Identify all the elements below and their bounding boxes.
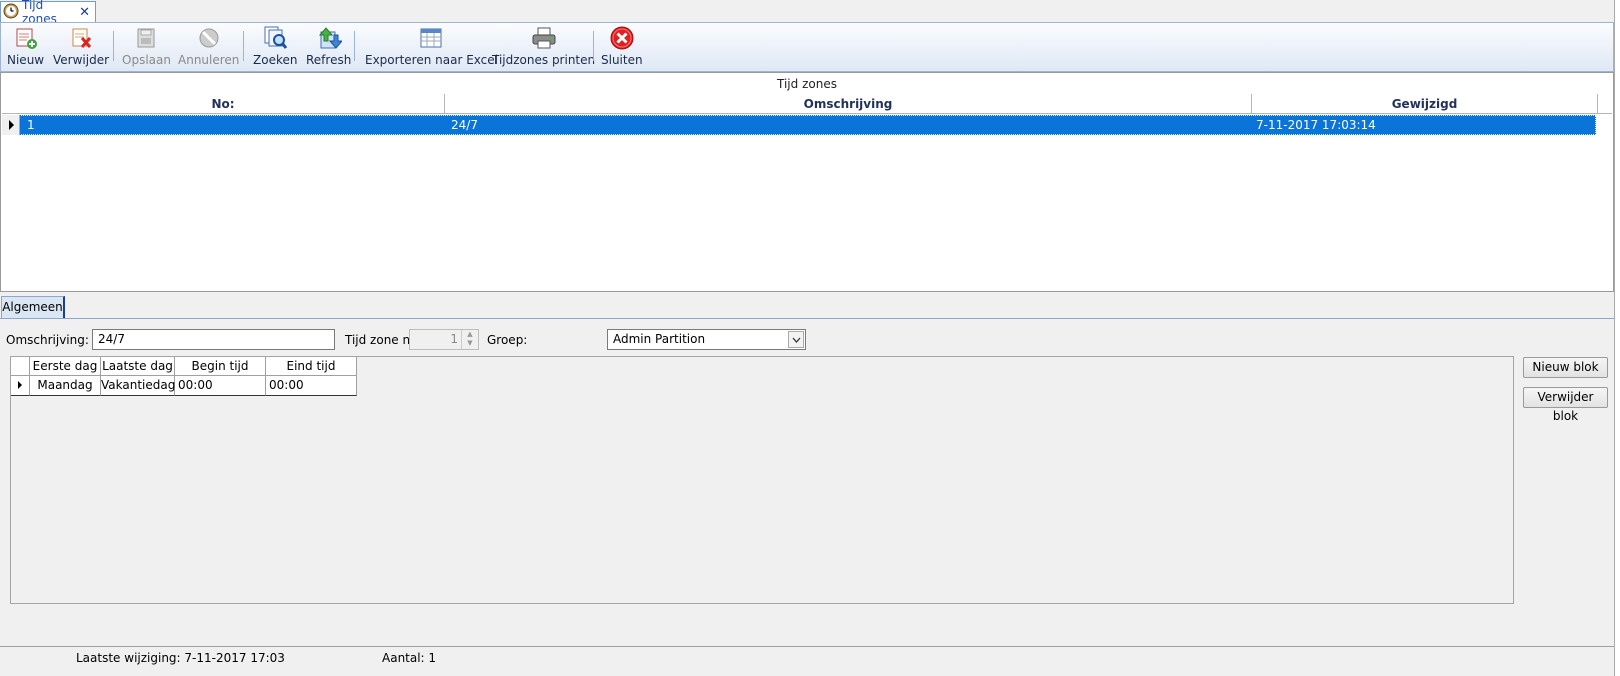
toolbar-separator	[243, 31, 244, 61]
spin-arrows-icon[interactable]: ▲ ▼	[461, 330, 478, 349]
cell-laatste-dag[interactable]: Vakantiedag	[101, 376, 175, 396]
refresh-button-label: Refresh	[306, 53, 352, 67]
tijdzone-nr-value: 1	[450, 332, 458, 346]
delete-button[interactable]: Verwijder	[53, 25, 109, 71]
delete-block-button[interactable]: Verwijder blok	[1523, 387, 1608, 423]
omschrijving-field[interactable]: 24/7	[92, 329, 335, 350]
delete-record-icon	[67, 25, 95, 51]
delete-button-label: Verwijder	[53, 53, 110, 67]
search-button-label: Zoeken	[253, 53, 298, 67]
export-excel-button-label: Exporteren naar Excel	[365, 53, 498, 67]
cell-begin-tijd[interactable]: 00:00	[175, 376, 266, 396]
current-row-arrow-icon	[18, 381, 22, 389]
column-header-omschrijving[interactable]: Omschrijving	[445, 94, 1252, 114]
cell-eind-tijd[interactable]: 00:00	[266, 376, 357, 396]
refresh-icon	[315, 25, 343, 51]
printer-icon	[530, 25, 558, 51]
toolbar-separator	[593, 31, 594, 61]
grid-caption: Tijd zones	[2, 74, 1612, 95]
tab-tijd-zones[interactable]: Tijd zones ✕	[0, 0, 96, 26]
refresh-button[interactable]: Refresh	[306, 25, 351, 71]
cell-no: 1	[27, 118, 35, 132]
document-tab-strip	[0, 0, 1619, 21]
column-header-filler	[1598, 94, 1612, 114]
save-button[interactable]: Opslaan	[122, 25, 171, 71]
new-record-icon	[12, 25, 40, 51]
cell-gewijzigd: 7-11-2017 17:03:14	[1256, 118, 1376, 132]
status-bar: Laatste wijziging: 7-11-2017 17:03 Aanta…	[0, 646, 1614, 669]
close-button[interactable]: Sluiten	[601, 25, 643, 71]
close-circle-icon	[608, 25, 636, 51]
tijdzone-nr-stepper[interactable]: 1 ▲ ▼	[409, 329, 479, 350]
column-header-eerste-dag[interactable]: Eerste dag	[30, 357, 101, 376]
tijd-zones-grid[interactable]: Tijd zones No: Omschrijving Gewijzigd 1 …	[0, 72, 1614, 292]
time-blocks-grid[interactable]: Eerste dag Laatste dag Begin tijd Eind t…	[10, 356, 1514, 604]
close-button-label: Sluiten	[601, 53, 643, 67]
current-row-arrow-icon	[9, 120, 14, 130]
last-change-text: Laatste wijziging: 7-11-2017 17:03	[76, 651, 285, 665]
search-icon	[261, 25, 289, 51]
table-row[interactable]: 1 24/7 7-11-2017 17:03:14	[2, 115, 1596, 135]
tab-algemeen[interactable]: Algemeen	[1, 296, 65, 318]
clock-icon	[3, 3, 19, 22]
cell-omschrijving: 24/7	[451, 118, 478, 132]
close-tab-icon[interactable]: ✕	[79, 5, 90, 20]
tijdzone-nr-label: Tijd zone nr:	[345, 333, 419, 347]
toolbar-separator	[113, 31, 114, 61]
cancel-button[interactable]: Annuleren	[178, 25, 239, 71]
chevron-down-icon[interactable]	[788, 331, 804, 348]
cell-eerste-dag[interactable]: Maandag	[30, 376, 101, 396]
save-icon	[132, 25, 160, 51]
column-header-begin-tijd[interactable]: Begin tijd	[175, 357, 266, 376]
row-header-corner	[11, 357, 30, 376]
column-header-laatste-dag[interactable]: Laatste dag	[101, 357, 175, 376]
export-excel-button[interactable]: Exporteren naar Excel	[365, 25, 498, 71]
column-header-gewijzigd[interactable]: Gewijzigd	[1252, 94, 1598, 114]
new-block-button[interactable]: Nieuw blok	[1523, 357, 1608, 378]
omschrijving-label: Omschrijving:	[6, 333, 89, 347]
groep-select[interactable]: Admin Partition	[607, 329, 806, 350]
column-header-no[interactable]: No:	[2, 94, 445, 114]
row-indicator[interactable]	[2, 115, 20, 135]
groep-label: Groep:	[487, 333, 528, 347]
new-button-label: Nieuw	[7, 53, 45, 67]
print-button-label: Tijdzones printen	[492, 53, 596, 67]
window-edge	[1614, 0, 1620, 676]
toolbar-separator	[354, 31, 355, 61]
search-button[interactable]: Zoeken	[253, 25, 297, 71]
record-count-text: Aantal: 1	[382, 651, 437, 665]
toolbar: Nieuw Verwijder Opslaan Annuleren Zoeken…	[0, 22, 1614, 72]
cancel-icon	[195, 25, 223, 51]
block-row-indicator[interactable]	[11, 376, 30, 396]
save-button-label: Opslaan	[122, 53, 171, 67]
cancel-button-label: Annuleren	[178, 53, 240, 67]
column-header-eind-tijd[interactable]: Eind tijd	[266, 357, 357, 376]
new-button[interactable]: Nieuw	[7, 25, 44, 71]
print-button[interactable]: Tijdzones printen	[492, 25, 595, 71]
groep-selected-value: Admin Partition	[613, 332, 706, 346]
excel-export-icon	[417, 25, 445, 51]
